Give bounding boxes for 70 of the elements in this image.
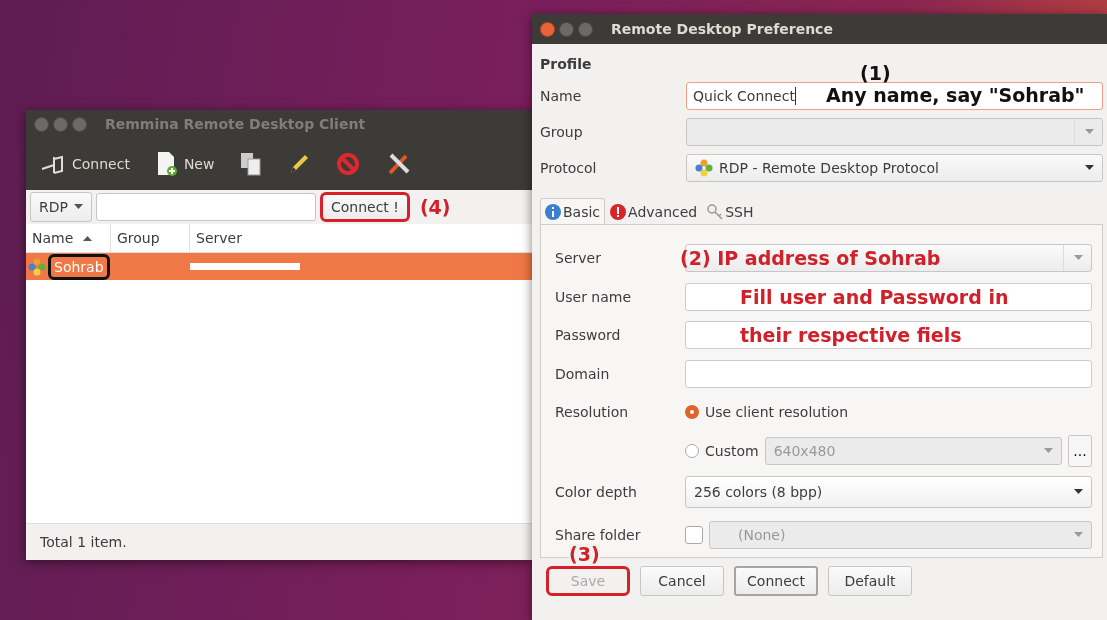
column-header[interactable]: Server bbox=[190, 224, 248, 252]
protocol-icon bbox=[695, 159, 713, 177]
field-label: User name bbox=[555, 288, 632, 305]
protocol-dropdown[interactable]: RDP bbox=[30, 192, 92, 222]
dialog-button[interactable]: Cancel bbox=[640, 566, 724, 596]
key-icon bbox=[707, 203, 724, 220]
checkbox[interactable] bbox=[685, 526, 703, 545]
protocol-dropdown[interactable]: RDP - Remote Desktop Protocol bbox=[686, 154, 1103, 182]
caret-icon bbox=[1085, 129, 1094, 135]
dialog-button[interactable]: Connect bbox=[734, 566, 818, 596]
maximize-icon[interactable] bbox=[72, 116, 87, 132]
caret-icon bbox=[73, 204, 83, 210]
more-button[interactable]: ... bbox=[1068, 434, 1092, 467]
close-icon[interactable] bbox=[34, 116, 49, 132]
field-label: Share folder bbox=[555, 527, 641, 544]
annotation-text: their respective fiels bbox=[740, 325, 962, 346]
plug-icon bbox=[40, 154, 66, 174]
minimize-icon[interactable] bbox=[559, 21, 574, 37]
domain-input-field[interactable] bbox=[685, 359, 1092, 388]
annotation-text: Fill user and Password in bbox=[740, 286, 1009, 307]
username-input-field[interactable]: Fill user and Password in bbox=[685, 282, 1092, 311]
sort-icon bbox=[83, 235, 93, 241]
status-text: Total 1 item. bbox=[40, 534, 127, 550]
password-input-field[interactable]: their respective fiels bbox=[685, 321, 1092, 350]
dialog-button[interactable]: Default bbox=[828, 566, 912, 596]
tab[interactable]: Advanced bbox=[605, 198, 703, 224]
field-label: Name bbox=[540, 88, 583, 104]
field-label: Resolution bbox=[555, 404, 629, 421]
minimize-icon[interactable] bbox=[53, 116, 68, 132]
column-header[interactable]: Name bbox=[26, 224, 111, 252]
connect-tool-button[interactable]: Connect bbox=[32, 150, 138, 178]
close-icon[interactable] bbox=[540, 21, 555, 37]
option-label: Custom bbox=[705, 442, 759, 459]
field-label: Protocol bbox=[540, 160, 598, 176]
maximize-icon[interactable] bbox=[578, 21, 593, 37]
annotation-text: Any name, say "Sohrab" bbox=[826, 84, 1085, 106]
quick-connect-button[interactable]: Connect ! bbox=[319, 192, 410, 222]
caret-icon bbox=[1074, 488, 1083, 495]
protocol-icon bbox=[28, 257, 46, 276]
info-icon bbox=[545, 203, 561, 220]
new-tool-button[interactable]: New bbox=[147, 147, 223, 181]
caret-icon bbox=[1044, 447, 1053, 454]
prohibited-icon bbox=[336, 152, 361, 176]
field-label: Server bbox=[555, 250, 601, 267]
tab[interactable]: Basic bbox=[540, 198, 606, 224]
field-label: Password bbox=[555, 327, 621, 344]
color-depth-dropdown[interactable]: 256 colors (8 bpp) bbox=[685, 475, 1092, 508]
window-title: Remote Desktop Preference bbox=[611, 21, 833, 37]
step-label: (3) bbox=[569, 544, 600, 564]
section-heading: Profile bbox=[540, 55, 592, 74]
radio-button[interactable] bbox=[685, 405, 699, 420]
option-label: Use client resolution bbox=[705, 404, 848, 421]
tab[interactable]: SSH bbox=[702, 198, 759, 224]
step-label: (1) bbox=[860, 62, 891, 84]
server-input-field[interactable] bbox=[95, 193, 316, 221]
pencil-icon bbox=[288, 152, 311, 176]
field-label: Domain bbox=[555, 365, 610, 382]
radio-button[interactable] bbox=[685, 443, 699, 458]
field-label: Group bbox=[540, 124, 584, 140]
field-label: Color depth bbox=[555, 483, 637, 500]
connection-name: Sohrab bbox=[48, 253, 110, 280]
caret-icon bbox=[1074, 532, 1083, 539]
caret-icon bbox=[1074, 255, 1083, 262]
caret-icon bbox=[1085, 165, 1094, 171]
window-title: Remmina Remote Desktop Client bbox=[105, 116, 366, 132]
copy-icon bbox=[240, 152, 263, 176]
step-label: (4) bbox=[419, 196, 451, 218]
warning-icon bbox=[610, 203, 627, 220]
new-document-icon bbox=[155, 151, 178, 177]
column-header[interactable]: Group bbox=[111, 224, 190, 252]
